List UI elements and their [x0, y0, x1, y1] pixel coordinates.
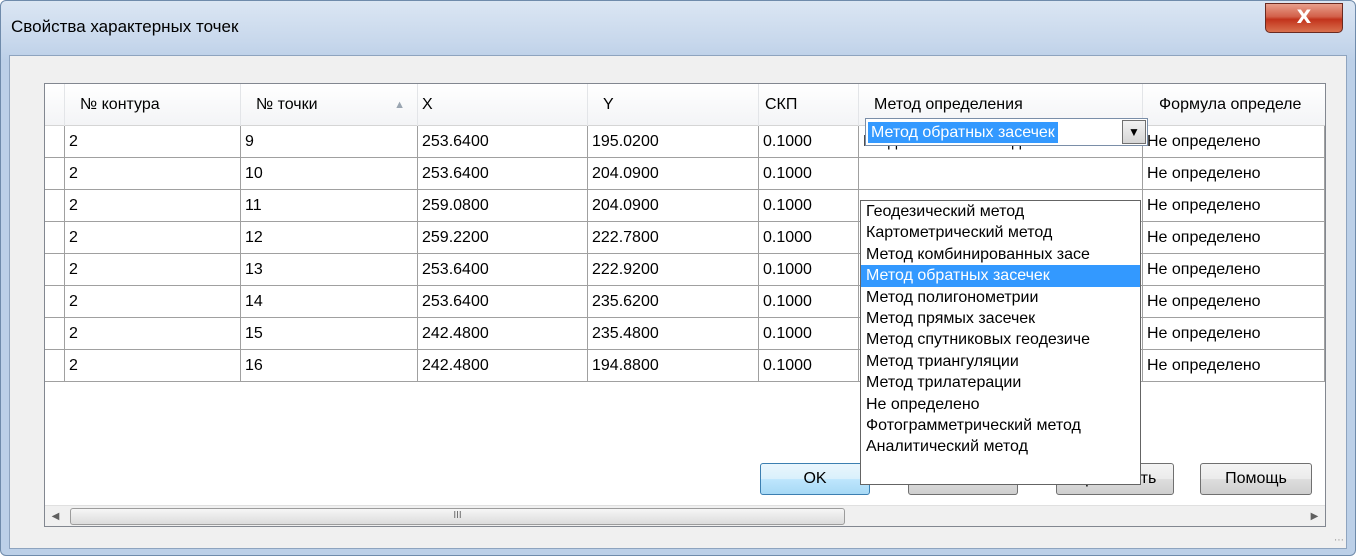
cell-formula[interactable]: Не определено: [1143, 158, 1325, 190]
column-header-point-label: № точки: [256, 96, 318, 113]
cell-error[interactable]: 0.1000: [759, 286, 859, 318]
cell-contour[interactable]: 2: [65, 126, 241, 158]
cell-x[interactable]: 253.6400: [418, 126, 588, 158]
cell-y[interactable]: 194.8800: [588, 350, 759, 382]
scroll-right-icon[interactable]: ▶: [1304, 506, 1325, 527]
column-header-point[interactable]: № точки ▲: [241, 84, 418, 126]
cell-point[interactable]: 9: [241, 126, 418, 158]
row-header[interactable]: [45, 222, 65, 254]
cell-y[interactable]: 222.9200: [588, 254, 759, 286]
cell-point[interactable]: 10: [241, 158, 418, 190]
row-header[interactable]: [45, 158, 65, 190]
cell-error[interactable]: 0.1000: [759, 158, 859, 190]
chevron-down-icon[interactable]: ▼: [1122, 120, 1146, 144]
cell-formula[interactable]: Не определено: [1143, 222, 1325, 254]
dropdown-option[interactable]: Геодезический метод: [861, 201, 1140, 222]
cell-formula[interactable]: Не определено: [1143, 318, 1325, 350]
scroll-left-icon[interactable]: ◀: [45, 506, 66, 527]
cell-y[interactable]: 204.0900: [588, 158, 759, 190]
scrollbar-grip: III: [453, 510, 462, 521]
method-combobox[interactable]: Метод обратных засечек ▼: [865, 118, 1148, 146]
cell-x[interactable]: 253.6400: [418, 158, 588, 190]
row-header[interactable]: [45, 126, 65, 158]
cell-error[interactable]: 0.1000: [759, 350, 859, 382]
dropdown-option[interactable]: Метод комбинированных засе: [861, 244, 1140, 265]
ok-button[interactable]: OK: [760, 463, 870, 495]
cell-y[interactable]: 235.6200: [588, 286, 759, 318]
cell-point[interactable]: 11: [241, 190, 418, 222]
dropdown-option[interactable]: Не определено: [861, 394, 1140, 415]
cell-formula[interactable]: Не определено: [1143, 350, 1325, 382]
dropdown-option[interactable]: Картометрический метод: [861, 222, 1140, 243]
cell-contour[interactable]: 2: [65, 190, 241, 222]
cell-point[interactable]: 12: [241, 222, 418, 254]
dropdown-option-selected[interactable]: Метод обратных засечек: [861, 265, 1140, 287]
window-title: Свойства характерных точек: [11, 17, 239, 36]
cell-x[interactable]: 242.4800: [418, 318, 588, 350]
title-bar[interactable]: Свойства характерных точек X: [1, 1, 1355, 55]
cell-point[interactable]: 14: [241, 286, 418, 318]
cell-contour[interactable]: 2: [65, 254, 241, 286]
cell-y[interactable]: 235.4800: [588, 318, 759, 350]
cell-error[interactable]: 0.1000: [759, 190, 859, 222]
cell-y[interactable]: 222.7800: [588, 222, 759, 254]
cell-contour[interactable]: 2: [65, 222, 241, 254]
cell-y[interactable]: 204.0900: [588, 190, 759, 222]
cell-error[interactable]: 0.1000: [759, 254, 859, 286]
resize-grip-icon[interactable]: ⋯: [1334, 535, 1344, 546]
dialog-client-area: № контура № точки ▲ X Y СКП Метод опреде…: [9, 55, 1347, 549]
column-header-error[interactable]: СКП: [759, 84, 859, 126]
cell-y[interactable]: 195.0200: [588, 126, 759, 158]
scrollbar-thumb[interactable]: III: [70, 508, 845, 525]
horizontal-scrollbar[interactable]: ◀ III ▶: [45, 505, 1325, 526]
cell-error[interactable]: 0.1000: [759, 126, 859, 158]
dropdown-option[interactable]: Аналитический метод: [861, 436, 1140, 457]
help-button[interactable]: Помощь: [1200, 463, 1312, 495]
table-row[interactable]: 2 10 253.6400 204.0900 0.1000 Не определ…: [45, 158, 1325, 190]
close-button[interactable]: X: [1265, 3, 1343, 33]
cell-point[interactable]: 13: [241, 254, 418, 286]
cell-contour[interactable]: 2: [65, 286, 241, 318]
row-header[interactable]: [45, 254, 65, 286]
cell-formula[interactable]: Не определено: [1143, 190, 1325, 222]
column-header-x[interactable]: X: [418, 84, 588, 126]
row-header[interactable]: [45, 190, 65, 222]
cell-x[interactable]: 253.6400: [418, 286, 588, 318]
column-header-y[interactable]: Y: [588, 84, 759, 126]
cell-x[interactable]: 253.6400: [418, 254, 588, 286]
row-header[interactable]: [45, 286, 65, 318]
row-header[interactable]: [45, 350, 65, 382]
sort-ascending-icon: ▲: [394, 99, 405, 111]
cell-contour[interactable]: 2: [65, 318, 241, 350]
row-header[interactable]: [45, 318, 65, 350]
dropdown-option[interactable]: Метод триангуляции: [861, 351, 1140, 372]
cell-x[interactable]: 259.2200: [418, 222, 588, 254]
cell-error[interactable]: 0.1000: [759, 318, 859, 350]
cell-x[interactable]: 242.4800: [418, 350, 588, 382]
dropdown-option[interactable]: Метод спутниковых геодезиче: [861, 329, 1140, 350]
dropdown-option[interactable]: Метод трилатерации: [861, 372, 1140, 393]
method-combobox-value[interactable]: Метод обратных засечек: [868, 122, 1058, 143]
cell-point[interactable]: 15: [241, 318, 418, 350]
dropdown-option[interactable]: Фотограмметрический метод: [861, 415, 1140, 436]
cell-contour[interactable]: 2: [65, 350, 241, 382]
cell-formula[interactable]: Не определено: [1143, 254, 1325, 286]
cell-contour[interactable]: 2: [65, 158, 241, 190]
dialog-window: Свойства характерных точек X № контура №…: [0, 0, 1356, 556]
cell-method-editing[interactable]: [859, 158, 1143, 190]
cell-point[interactable]: 16: [241, 350, 418, 382]
dropdown-option[interactable]: Метод полигонометрии: [861, 287, 1140, 308]
method-dropdown-list[interactable]: Геодезический метод Картометрический мет…: [860, 200, 1141, 485]
cell-error[interactable]: 0.1000: [759, 222, 859, 254]
cell-formula[interactable]: Не определено: [1143, 126, 1325, 158]
header-corner: [45, 84, 65, 126]
cell-formula[interactable]: Не определено: [1143, 286, 1325, 318]
dropdown-option[interactable]: Метод прямых засечек: [861, 308, 1140, 329]
column-header-formula[interactable]: Формула определе: [1143, 84, 1325, 126]
cell-x[interactable]: 259.0800: [418, 190, 588, 222]
column-header-contour[interactable]: № контура: [65, 84, 241, 126]
